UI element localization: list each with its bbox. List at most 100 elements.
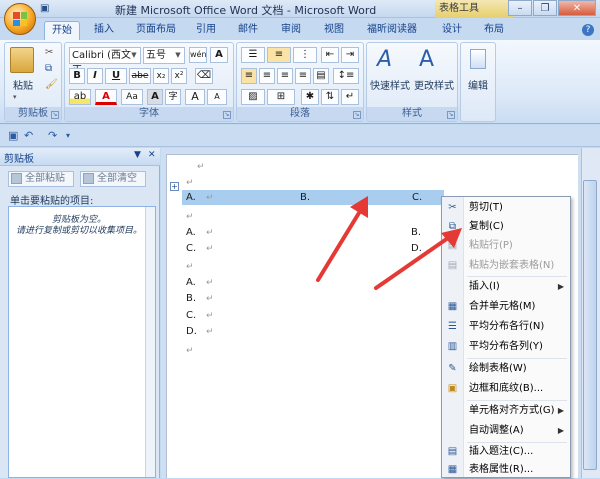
wen-button[interactable]: wén: [189, 47, 207, 63]
highlight-button[interactable]: ab: [69, 89, 91, 105]
submenu-arrow-icon: ▶: [557, 406, 564, 415]
redo-icon[interactable]: ↷: [48, 129, 57, 142]
tab-home[interactable]: 开始: [44, 21, 80, 40]
clipboard-scrollbar[interactable]: [145, 207, 155, 477]
menu-item-cut[interactable]: ✂ 剪切(T): [442, 199, 570, 217]
undo-icon[interactable]: ↶: [24, 129, 33, 142]
menu-item-table-properties[interactable]: ▦ 表格属性(R)...: [442, 461, 570, 479]
quick-styles-icon[interactable]: A: [377, 47, 392, 72]
close-button[interactable]: ✕: [558, 0, 596, 16]
line-spacing-icon[interactable]: ↕≡: [333, 68, 359, 84]
menu-item-merge-cells[interactable]: ▦ 合并单元格(M): [442, 298, 570, 316]
quick-access-toolbar: ▣ ↶ ↷ ▾: [0, 125, 600, 147]
clear-all-button[interactable]: 全部清空: [80, 171, 146, 187]
menu-item-distribute-rows[interactable]: ☰ 平均分布各行(N): [442, 318, 570, 336]
tab-design[interactable]: 设计: [436, 21, 468, 40]
underline-button[interactable]: U: [105, 68, 127, 84]
pane-close-icon[interactable]: ✕: [148, 150, 156, 160]
clear-all-label: 全部清空: [97, 173, 137, 184]
pane-options-icon[interactable]: ▼: [134, 150, 141, 160]
menu-item-autofit[interactable]: 自动调整(A) ▶: [442, 422, 570, 440]
paste-icon[interactable]: [10, 47, 34, 73]
grow-font-button[interactable]: A: [185, 89, 205, 105]
menu-separator: [467, 276, 567, 277]
minimize-button[interactable]: –: [508, 0, 532, 16]
menu-item-paste-nested[interactable]: ▤ 粘贴为嵌套表格(N): [442, 257, 570, 275]
increase-indent-icon[interactable]: ⇥: [341, 47, 359, 63]
styles-launcher-icon[interactable]: ↘: [447, 111, 455, 119]
bold-button[interactable]: B: [69, 68, 85, 84]
multilevel-list-icon[interactable]: ⋮: [293, 47, 317, 63]
paste-all-button[interactable]: 全部粘贴: [8, 171, 74, 187]
clear-format-icon[interactable]: ⌫: [195, 68, 213, 84]
bullets-icon[interactable]: ☰: [241, 47, 265, 63]
menu-item-insert[interactable]: 插入(I) ▶: [442, 278, 570, 296]
restore-button[interactable]: ❐: [533, 0, 557, 16]
align-right-icon[interactable]: ≡: [277, 68, 293, 84]
save-icon[interactable]: ▣: [40, 3, 52, 15]
enclose-char-button[interactable]: 字: [165, 89, 181, 105]
char-border-button[interactable]: A: [210, 47, 228, 63]
show-marks-icon[interactable]: ↵: [341, 89, 359, 105]
menu-item-draw-table[interactable]: ✎ 绘制表格(W): [442, 360, 570, 378]
tab-insert[interactable]: 插入: [86, 21, 122, 40]
char-shading-button[interactable]: A: [147, 89, 163, 105]
paste-button-label[interactable]: 粘贴: [9, 77, 37, 92]
strikethrough-button[interactable]: abe: [129, 68, 151, 84]
shading-icon[interactable]: ▨: [241, 89, 265, 105]
superscript-button[interactable]: x²: [171, 68, 187, 84]
tab-references[interactable]: 引用: [190, 21, 222, 40]
menu-item-label: 剪切(T): [469, 202, 503, 213]
office-button[interactable]: [4, 3, 36, 35]
justify-icon[interactable]: ≡: [295, 68, 311, 84]
sort-icon[interactable]: ⇅: [321, 89, 339, 105]
menu-item-paste-row[interactable]: ▤ 粘贴行(P): [442, 237, 570, 255]
scrollbar-thumb[interactable]: [583, 180, 597, 470]
clipboard-items-list[interactable]: 剪贴板为空。 请进行复制或剪切以收集项目。: [8, 206, 156, 478]
tab-foxit-reader[interactable]: 福昕阅读器: [362, 21, 422, 40]
help-icon[interactable]: ?: [582, 24, 594, 36]
paste-dropdown-icon[interactable]: ▾: [13, 93, 17, 101]
clipboard-pane-title: 剪贴板: [4, 154, 34, 165]
find-icon[interactable]: [470, 49, 486, 69]
align-left-icon[interactable]: ≡: [241, 68, 257, 84]
save-icon[interactable]: ▣: [8, 129, 18, 142]
font-color-button[interactable]: A: [95, 89, 117, 105]
change-styles-label[interactable]: 更改样式: [413, 77, 455, 92]
numbering-icon[interactable]: ≡: [267, 47, 291, 63]
customize-qat-icon[interactable]: ▾: [66, 131, 70, 140]
quick-styles-label[interactable]: 快速样式: [369, 77, 411, 92]
font-name-combo[interactable]: Calibri (西文正 ▼: [69, 47, 141, 76]
decrease-indent-icon[interactable]: ⇤: [321, 47, 339, 63]
tab-page-layout[interactable]: 页面布局: [128, 21, 184, 40]
tab-mailings[interactable]: 邮件: [232, 21, 264, 40]
menu-item-copy[interactable]: ⧉ 复制(C): [442, 218, 570, 236]
distributed-icon[interactable]: ▤: [313, 68, 329, 84]
context-menu: ✂ 剪切(T) ⧉ 复制(C) ▤ 粘贴行(P) ▤ 粘贴为嵌套表格(N) 插入…: [441, 196, 571, 478]
tab-layout[interactable]: 布局: [478, 21, 510, 40]
font-size-combo[interactable]: 五号 ▼: [143, 47, 185, 64]
editing-label[interactable]: 编辑: [461, 77, 495, 92]
selected-table-row[interactable]: [182, 190, 444, 205]
change-styles-icon[interactable]: A: [419, 47, 434, 72]
clipboard-launcher-icon[interactable]: ↘: [51, 111, 59, 119]
shrink-font-button[interactable]: A: [207, 89, 227, 105]
menu-item-insert-caption[interactable]: ▤ 插入题注(C)...: [442, 443, 570, 461]
tab-view[interactable]: 视图: [318, 21, 350, 40]
cut-icon[interactable]: ✂: [45, 47, 53, 58]
subscript-button[interactable]: x₂: [153, 68, 169, 84]
paragraph-launcher-icon[interactable]: ↘: [353, 111, 361, 119]
format-painter-icon[interactable]: 🖌: [45, 79, 58, 90]
chinese-layout-icon[interactable]: ✱: [301, 89, 319, 105]
copy-icon[interactable]: ⧉: [45, 63, 52, 74]
table-move-handle-icon[interactable]: +: [170, 182, 179, 191]
change-case-button[interactable]: Aa: [121, 89, 143, 105]
font-launcher-icon[interactable]: ↘: [223, 111, 231, 119]
menu-item-distribute-columns[interactable]: ▥ 平均分布各列(Y): [442, 338, 570, 356]
menu-item-cell-alignment[interactable]: 单元格对齐方式(G) ▶: [442, 402, 570, 420]
align-center-icon[interactable]: ≡: [259, 68, 275, 84]
tab-review[interactable]: 审阅: [275, 21, 307, 40]
menu-item-borders[interactable]: ▣ 边框和底纹(B)...: [442, 380, 570, 398]
italic-button[interactable]: I: [87, 68, 103, 84]
borders-icon[interactable]: ⊞: [267, 89, 295, 105]
